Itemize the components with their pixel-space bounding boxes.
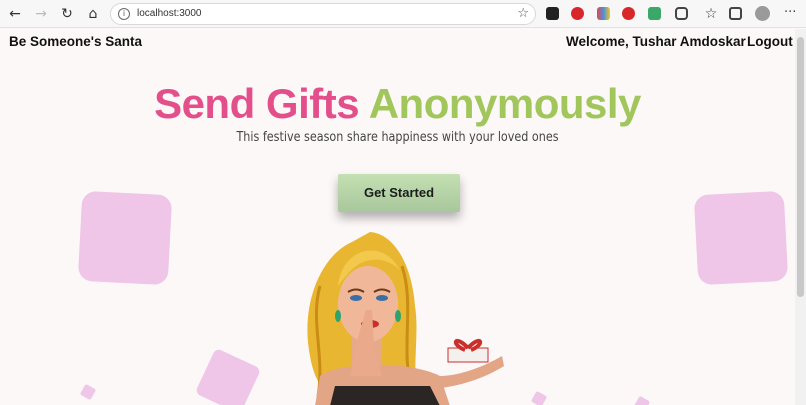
reload-icon[interactable]: ↻ [58, 5, 76, 23]
hero-title-part1: Send Gifts [154, 80, 360, 127]
right-eye [376, 295, 388, 301]
adblock-icon[interactable] [622, 7, 635, 20]
logout-button[interactable]: Logout [747, 34, 793, 49]
site-info-icon[interactable]: i [118, 8, 130, 20]
hero-title: Send Gifts Anonymously [0, 80, 795, 128]
hero-title-part2: Anonymously [368, 80, 642, 127]
earring-left [335, 310, 341, 322]
url-text[interactable]: localhost:3000 [137, 8, 202, 19]
gift-box [447, 347, 489, 363]
left-eye [350, 295, 362, 301]
favorites-icon[interactable]: ☆ [702, 5, 720, 23]
decorative-square [194, 347, 262, 405]
dress-shape [330, 386, 440, 405]
back-icon[interactable]: ← [6, 5, 24, 23]
page-scrollbar[interactable] [795, 29, 806, 405]
extensions-icon[interactable] [675, 7, 688, 20]
collections-icon[interactable] [729, 7, 742, 20]
scrollbar-thumb[interactable] [797, 37, 804, 297]
browser-toolbar: ← → ↻ ⌂ i localhost:3000 ☆ ☆ ··· [0, 0, 806, 28]
extension-icon[interactable] [571, 7, 584, 20]
address-bar[interactable]: i localhost:3000 ☆ [110, 3, 536, 25]
decorative-square [633, 395, 651, 405]
favorite-icon[interactable]: ☆ [517, 6, 529, 21]
more-icon[interactable]: ··· [784, 5, 796, 20]
profile-avatar[interactable] [755, 6, 770, 21]
extension-icon[interactable] [597, 7, 610, 20]
hero-subtitle: This festive season share happiness with… [236, 130, 559, 145]
decorative-square [77, 190, 173, 286]
hero-illustration [307, 232, 504, 405]
decorative-square [79, 383, 97, 401]
earring-right [395, 310, 401, 322]
home-icon[interactable]: ⌂ [84, 5, 102, 23]
extension-icon[interactable] [648, 7, 661, 20]
forward-icon[interactable]: → [32, 5, 50, 23]
decorative-square [530, 390, 548, 405]
welcome-text: Welcome, Tushar Amdoskar [566, 34, 746, 49]
site-brand[interactable]: Be Someone's Santa [9, 34, 142, 49]
get-started-button[interactable]: Get Started [338, 174, 460, 212]
decorative-square [693, 190, 789, 286]
extension-icon[interactable] [546, 7, 559, 20]
